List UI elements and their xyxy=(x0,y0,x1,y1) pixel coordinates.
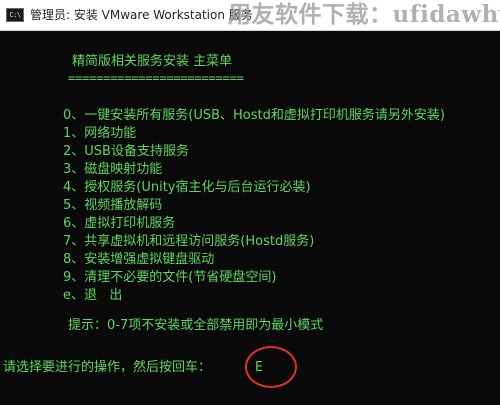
menu-item-exit: e、退 出 xyxy=(63,288,123,303)
highlight-circle-annotation xyxy=(245,346,297,388)
title-bar[interactable]: C:\ 管理员: 安装 VMware Workstation 服务 用友软件下载… xyxy=(0,0,500,31)
menu-item-8: 8、安装增强虚拟键盘驱动 xyxy=(63,252,215,267)
menu-item-4: 4、授权服务(Unity宿主化与后台运行必装) xyxy=(63,180,311,195)
menu-item-5: 5、视频播放解码 xyxy=(63,198,163,213)
window-title: 管理员: 安装 VMware Workstation 服务 xyxy=(30,8,253,22)
console-output: 精简版相关服务安装 主菜单 ========================= … xyxy=(0,30,500,405)
menu-item-1: 1、网络功能 xyxy=(63,126,137,141)
hint-text: 提示：0-7项不安装或全部禁用即为最小模式 xyxy=(68,318,324,333)
menu-item-2: 2、USB设备支持服务 xyxy=(63,144,189,159)
menu-item-7: 7、共享虚拟机和远程访问服务(Hostd服务) xyxy=(63,234,315,249)
menu-item-3: 3、磁盘映射功能 xyxy=(63,162,163,177)
prompt-label: 请选择要进行的操作，然后按回车： xyxy=(3,360,212,375)
cmd-prompt-icon: C:\ xyxy=(6,8,24,22)
console-window: C:\ 管理员: 安装 VMware Workstation 服务 用友软件下载… xyxy=(0,0,500,405)
menu-item-0: 0、一键安装所有服务(USB、Hostd和虚拟打印机服务请另外安装) xyxy=(63,108,445,123)
menu-item-6: 6、虚拟打印机服务 xyxy=(63,216,176,231)
watermark-text: 用友软件下载：ufidawhy.com xyxy=(228,1,500,28)
menu-divider: ========================= xyxy=(68,71,244,85)
menu-item-9: 9、清理不必要的文件(节省硬盘空间) xyxy=(63,270,277,285)
